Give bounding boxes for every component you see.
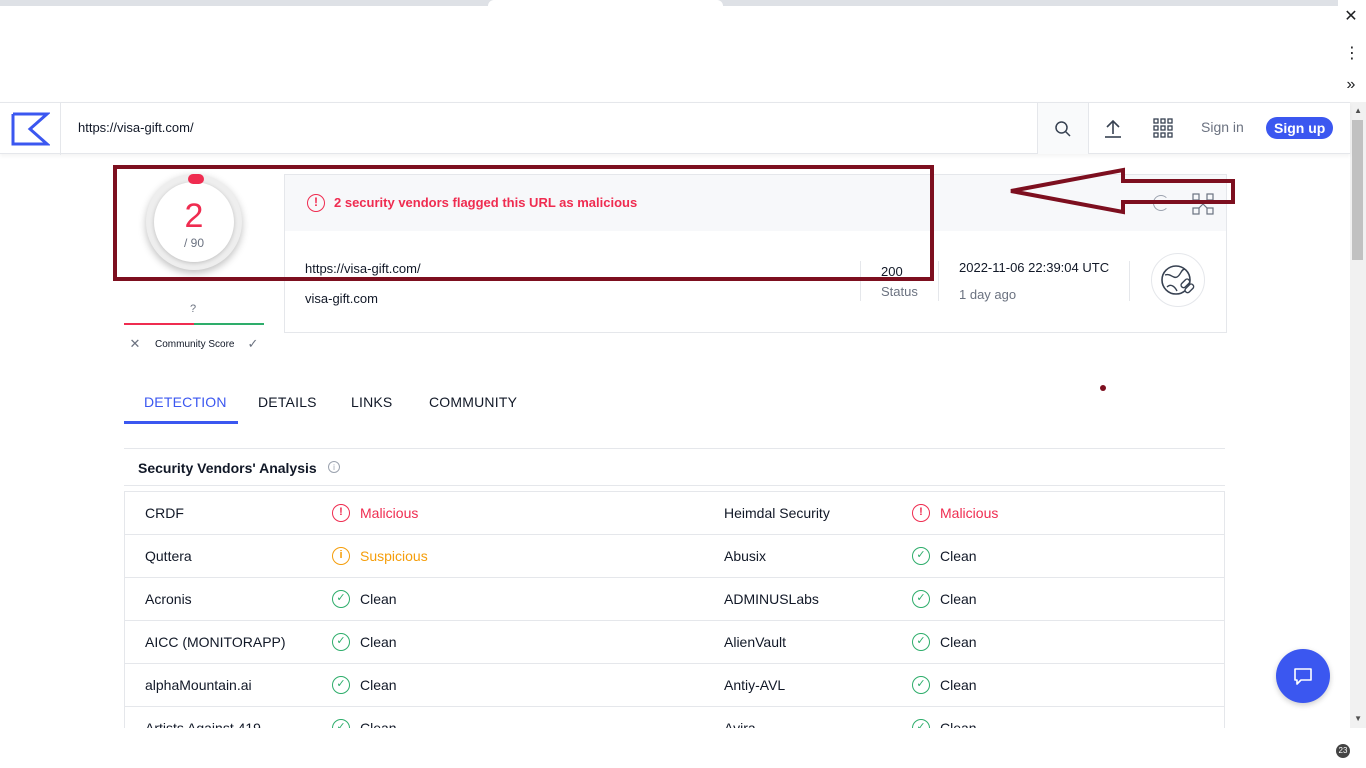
page-bottom-area (0, 728, 1340, 768)
divider (124, 485, 1225, 486)
vendor-row: Quttera i Suspicious Abusix ✓ Clean (125, 535, 1224, 578)
chevron-double-right-icon[interactable]: » (1344, 76, 1358, 94)
check-circle-icon: ✓ (332, 590, 350, 608)
alert-circle-icon: ! (912, 504, 930, 522)
vote-harmful-icon[interactable]: ✕ (126, 335, 144, 353)
site-header: https://visa-gift.com/ Sign in Sign up (0, 102, 1350, 155)
search-input[interactable]: https://visa-gift.com/ (78, 120, 194, 135)
community-score-value: ? (190, 303, 197, 315)
community-score-bar-negative (124, 323, 194, 325)
browser-active-tab[interactable] (488, 0, 723, 6)
check-circle-icon: ✓ (912, 719, 930, 728)
upload-icon[interactable] (1100, 116, 1126, 142)
check-circle-icon: ✓ (332, 676, 350, 694)
alert-circle-icon: ! (332, 504, 350, 522)
vendors-table: CRDF! Malicious Heimdal Security! Malicious… (124, 491, 1225, 728)
check-circle-icon: ✓ (912, 676, 930, 694)
vendor-name: Heimdal Security (724, 505, 830, 521)
vendor-name: alphaMountain.ai (145, 677, 252, 693)
warning-circle-icon: i (332, 547, 350, 565)
sign-in-link[interactable]: Sign in (1201, 119, 1244, 135)
more-menu-icon[interactable]: ⋮ (1344, 43, 1360, 63)
check-circle-icon: ✓ (332, 633, 350, 651)
close-icon[interactable]: ✕ (1344, 6, 1358, 26)
divider (124, 448, 1225, 449)
check-circle-icon: ✓ (912, 590, 930, 608)
vendor-result: Suspicious (360, 548, 428, 564)
chat-icon (1294, 668, 1312, 685)
scrollbar-thumb[interactable] (1352, 120, 1363, 260)
check-circle-icon: ✓ (912, 547, 930, 565)
annotation-arrow (1010, 167, 1235, 215)
vendor-result: Clean (940, 548, 977, 564)
tab-details[interactable]: DETAILS (258, 394, 317, 410)
vendor-name: Avira (724, 720, 756, 728)
section-title: Security Vendors' Analysis (138, 460, 317, 476)
divider (938, 261, 939, 301)
vendor-name: CRDF (145, 505, 184, 521)
vendor-result: Clean (360, 591, 397, 607)
vendor-result: Clean (940, 720, 977, 728)
tab-detection[interactable]: DETECTION (144, 394, 227, 410)
vendor-row: AICC (MONITORAPP) ✓ Clean AlienVault ✓ Clean (125, 621, 1224, 664)
info-icon[interactable]: i (328, 461, 340, 473)
divider (1129, 261, 1130, 301)
vendor-name: Antiy-AVL (724, 677, 786, 693)
search-button[interactable] (1037, 103, 1089, 154)
check-circle-icon: ✓ (332, 719, 350, 728)
vendor-result: Clean (940, 677, 977, 693)
vendor-name: Artists Against 419 (145, 720, 261, 728)
vendor-result: Clean (360, 720, 397, 728)
vendor-row: CRDF! Malicious Heimdal Security! Malicious (125, 492, 1224, 535)
globe-link-icon (1161, 265, 1195, 295)
tab-links[interactable]: LINKS (351, 394, 392, 410)
vendor-result: Clean (940, 591, 977, 607)
vendor-result: Clean (360, 677, 397, 693)
community-score-label: Community Score (155, 339, 235, 350)
tab-community[interactable]: COMMUNITY (429, 394, 517, 410)
scanned-domain[interactable]: visa-gift.com (305, 291, 378, 306)
vendor-row: Artists Against 419 ✓ Clean Avira ✓ Clean (125, 707, 1224, 728)
vendor-name: AlienVault (724, 634, 787, 650)
vendor-result: Clean (940, 634, 977, 650)
notification-badge[interactable]: 23 (1336, 744, 1350, 758)
sign-up-button[interactable]: Sign up (1266, 117, 1334, 139)
analysis-date: 2022-11-06 22:39:04 UTC (959, 260, 1110, 275)
active-tab-indicator (124, 421, 238, 424)
vendor-name: AICC (MONITORAPP) (145, 634, 286, 650)
virustotal-logo[interactable] (10, 111, 50, 147)
scroll-down-icon[interactable]: ▼ (1354, 714, 1362, 723)
vendor-row: Acronis ✓ Clean ADMINUSLabs ✓ Clean (125, 578, 1224, 621)
vote-harmless-icon[interactable]: ✓ (244, 335, 262, 353)
header-divider (60, 103, 61, 155)
vendor-result: Clean (360, 634, 397, 650)
http-status-label: Status (881, 284, 918, 299)
vendor-name: Quttera (145, 548, 192, 564)
analysis-relative-time: 1 day ago (959, 287, 1017, 302)
vendor-row: alphaMountain.ai ✓ Clean Antiy-AVL ✓ Clean (125, 664, 1224, 707)
community-score-bar-positive (194, 323, 264, 325)
search-icon (1055, 120, 1071, 137)
vendor-result: Malicious (940, 505, 999, 521)
annotation-highlight-box (113, 165, 934, 281)
vendor-name: ADMINUSLabs (724, 591, 819, 607)
check-circle-icon: ✓ (912, 633, 930, 651)
apps-grid-icon[interactable] (1152, 117, 1174, 139)
vendor-name: Abusix (724, 548, 767, 564)
url-type-badge (1151, 253, 1205, 307)
vendor-result: Malicious (360, 505, 419, 521)
chat-button[interactable] (1276, 649, 1330, 703)
scroll-up-icon[interactable]: ▲ (1354, 106, 1362, 115)
vendor-name: Acronis (145, 591, 192, 607)
report-tabs: DETECTION DETAILS LINKS COMMUNITY (124, 380, 1225, 424)
